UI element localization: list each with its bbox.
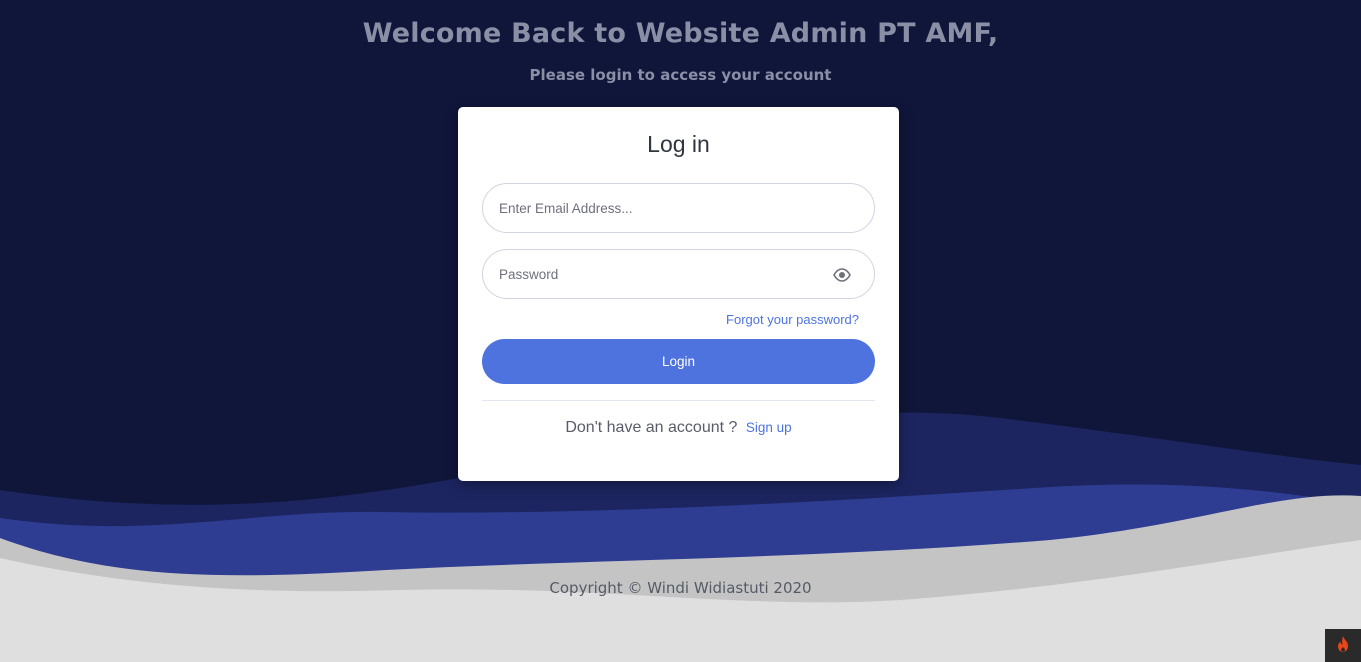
login-card-title: Log in [647,131,710,157]
password-field[interactable] [499,250,829,298]
page-title: Welcome Back to Website Admin PT AMF, [362,18,999,49]
copyright-text: Copyright © Windi Widiastuti 2020 [549,579,812,597]
flame-icon [1335,635,1351,657]
forgot-password-link[interactable]: Forgot your password? [726,312,859,327]
signup-row: Don't have an account ? Sign up [458,419,899,437]
email-field[interactable] [499,184,829,232]
eye-icon[interactable] [832,266,852,284]
email-field-wrapper [482,183,875,233]
signup-prompt: Don't have an account ? [565,419,738,436]
password-field-wrapper [482,249,875,299]
page-subtitle: Please login to access your account [529,66,832,84]
login-button[interactable]: Login [482,339,875,384]
debug-toolbar-button[interactable] [1325,629,1361,662]
signup-link[interactable]: Sign up [746,420,792,435]
divider [482,400,875,401]
login-card: Log in Forgot your password? Login Don't… [458,107,899,481]
